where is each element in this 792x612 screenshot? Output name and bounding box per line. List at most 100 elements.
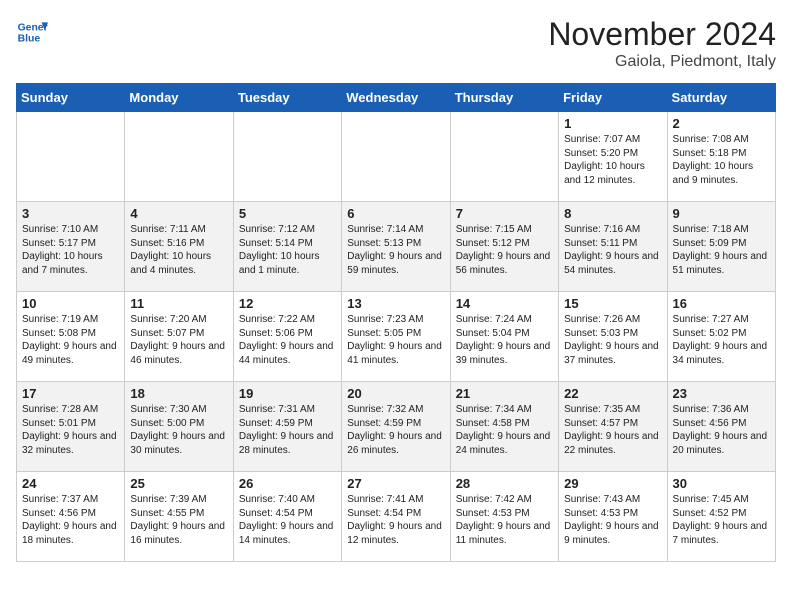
day-number: 8 bbox=[564, 206, 661, 221]
day-number: 24 bbox=[22, 476, 119, 491]
week-row-3: 10 Sunrise: 7:19 AM Sunset: 5:08 PM Dayli… bbox=[17, 292, 776, 382]
day-info: Sunrise: 7:22 AM Sunset: 5:06 PM Dayligh… bbox=[239, 313, 336, 367]
day-info: Sunrise: 7:43 AM Sunset: 4:53 PM Dayligh… bbox=[564, 493, 661, 547]
day-number: 29 bbox=[564, 476, 661, 491]
day-number: 21 bbox=[456, 386, 553, 401]
calendar-cell bbox=[450, 112, 558, 202]
weekday-header-saturday: Saturday bbox=[667, 84, 775, 112]
day-number: 6 bbox=[347, 206, 444, 221]
calendar-cell bbox=[17, 112, 125, 202]
day-info: Sunrise: 7:23 AM Sunset: 5:05 PM Dayligh… bbox=[347, 313, 444, 367]
day-number: 3 bbox=[22, 206, 119, 221]
calendar-cell: 30 Sunrise: 7:45 AM Sunset: 4:52 PM Dayli… bbox=[667, 472, 775, 562]
calendar-cell: 22 Sunrise: 7:35 AM Sunset: 4:57 PM Dayli… bbox=[559, 382, 667, 472]
day-number: 30 bbox=[673, 476, 770, 491]
month-title: November 2024 bbox=[548, 16, 776, 53]
day-number: 25 bbox=[130, 476, 227, 491]
weekday-header-monday: Monday bbox=[125, 84, 233, 112]
day-info: Sunrise: 7:15 AM Sunset: 5:12 PM Dayligh… bbox=[456, 223, 553, 277]
day-info: Sunrise: 7:16 AM Sunset: 5:11 PM Dayligh… bbox=[564, 223, 661, 277]
logo: General Blue bbox=[16, 16, 48, 48]
day-info: Sunrise: 7:35 AM Sunset: 4:57 PM Dayligh… bbox=[564, 403, 661, 457]
day-info: Sunrise: 7:45 AM Sunset: 4:52 PM Dayligh… bbox=[673, 493, 770, 547]
day-number: 15 bbox=[564, 296, 661, 311]
day-number: 23 bbox=[673, 386, 770, 401]
calendar-cell: 25 Sunrise: 7:39 AM Sunset: 4:55 PM Dayli… bbox=[125, 472, 233, 562]
calendar-cell: 17 Sunrise: 7:28 AM Sunset: 5:01 PM Dayli… bbox=[17, 382, 125, 472]
week-row-4: 17 Sunrise: 7:28 AM Sunset: 5:01 PM Dayli… bbox=[17, 382, 776, 472]
day-number: 26 bbox=[239, 476, 336, 491]
day-number: 22 bbox=[564, 386, 661, 401]
calendar-cell: 10 Sunrise: 7:19 AM Sunset: 5:08 PM Dayli… bbox=[17, 292, 125, 382]
day-number: 2 bbox=[673, 116, 770, 131]
weekday-header-wednesday: Wednesday bbox=[342, 84, 450, 112]
calendar-cell: 24Sunrise: 7:37 AM Sunset: 4:56 PM Dayli… bbox=[17, 472, 125, 562]
day-number: 13 bbox=[347, 296, 444, 311]
week-row-5: 24Sunrise: 7:37 AM Sunset: 4:56 PM Dayli… bbox=[17, 472, 776, 562]
day-number: 19 bbox=[239, 386, 336, 401]
calendar-cell bbox=[125, 112, 233, 202]
day-info: Sunrise: 7:19 AM Sunset: 5:08 PM Dayligh… bbox=[22, 313, 119, 367]
calendar-cell: 7 Sunrise: 7:15 AM Sunset: 5:12 PM Daylig… bbox=[450, 202, 558, 292]
day-number: 14 bbox=[456, 296, 553, 311]
weekday-header-sunday: Sunday bbox=[17, 84, 125, 112]
day-number: 18 bbox=[130, 386, 227, 401]
week-row-1: 1Sunrise: 7:07 AM Sunset: 5:20 PM Daylig… bbox=[17, 112, 776, 202]
day-info: Sunrise: 7:39 AM Sunset: 4:55 PM Dayligh… bbox=[130, 493, 227, 547]
calendar-cell: 12Sunrise: 7:22 AM Sunset: 5:06 PM Dayli… bbox=[233, 292, 341, 382]
day-info: Sunrise: 7:27 AM Sunset: 5:02 PM Dayligh… bbox=[673, 313, 770, 367]
day-info: Sunrise: 7:34 AM Sunset: 4:58 PM Dayligh… bbox=[456, 403, 553, 457]
calendar-cell: 19 Sunrise: 7:31 AM Sunset: 4:59 PM Dayli… bbox=[233, 382, 341, 472]
calendar-cell: 28Sunrise: 7:42 AM Sunset: 4:53 PM Dayli… bbox=[450, 472, 558, 562]
day-info: Sunrise: 7:08 AM Sunset: 5:18 PM Dayligh… bbox=[673, 133, 770, 187]
calendar-cell: 26 Sunrise: 7:40 AM Sunset: 4:54 PM Dayli… bbox=[233, 472, 341, 562]
day-info: Sunrise: 7:11 AM Sunset: 5:16 PM Dayligh… bbox=[130, 223, 227, 277]
day-number: 10 bbox=[22, 296, 119, 311]
day-info: Sunrise: 7:07 AM Sunset: 5:20 PM Dayligh… bbox=[564, 133, 661, 187]
calendar-cell: 5 Sunrise: 7:12 AM Sunset: 5:14 PM Daylig… bbox=[233, 202, 341, 292]
weekday-header-tuesday: Tuesday bbox=[233, 84, 341, 112]
calendar-cell: 29 Sunrise: 7:43 AM Sunset: 4:53 PM Dayli… bbox=[559, 472, 667, 562]
calendar-cell: 15 Sunrise: 7:26 AM Sunset: 5:03 PM Dayli… bbox=[559, 292, 667, 382]
day-info: Sunrise: 7:26 AM Sunset: 5:03 PM Dayligh… bbox=[564, 313, 661, 367]
day-number: 4 bbox=[130, 206, 227, 221]
day-info: Sunrise: 7:40 AM Sunset: 4:54 PM Dayligh… bbox=[239, 493, 336, 547]
day-info: Sunrise: 7:24 AM Sunset: 5:04 PM Dayligh… bbox=[456, 313, 553, 367]
day-info: Sunrise: 7:28 AM Sunset: 5:01 PM Dayligh… bbox=[22, 403, 119, 457]
calendar-cell: 11Sunrise: 7:20 AM Sunset: 5:07 PM Dayli… bbox=[125, 292, 233, 382]
day-info: Sunrise: 7:36 AM Sunset: 4:56 PM Dayligh… bbox=[673, 403, 770, 457]
day-number: 28 bbox=[456, 476, 553, 491]
calendar-cell: 27Sunrise: 7:41 AM Sunset: 4:54 PM Dayli… bbox=[342, 472, 450, 562]
calendar-table: SundayMondayTuesdayWednesdayThursdayFrid… bbox=[16, 83, 776, 562]
location: Gaiola, Piedmont, Italy bbox=[548, 53, 776, 71]
calendar-cell: 8 Sunrise: 7:16 AM Sunset: 5:11 PM Daylig… bbox=[559, 202, 667, 292]
calendar-cell: 23 Sunrise: 7:36 AM Sunset: 4:56 PM Dayli… bbox=[667, 382, 775, 472]
day-number: 17 bbox=[22, 386, 119, 401]
day-info: Sunrise: 7:12 AM Sunset: 5:14 PM Dayligh… bbox=[239, 223, 336, 277]
weekday-header-thursday: Thursday bbox=[450, 84, 558, 112]
day-info: Sunrise: 7:32 AM Sunset: 4:59 PM Dayligh… bbox=[347, 403, 444, 457]
calendar-cell: 9Sunrise: 7:18 AM Sunset: 5:09 PM Daylig… bbox=[667, 202, 775, 292]
calendar-cell: 6 Sunrise: 7:14 AM Sunset: 5:13 PM Daylig… bbox=[342, 202, 450, 292]
calendar-cell: 1Sunrise: 7:07 AM Sunset: 5:20 PM Daylig… bbox=[559, 112, 667, 202]
calendar-cell bbox=[233, 112, 341, 202]
day-info: Sunrise: 7:31 AM Sunset: 4:59 PM Dayligh… bbox=[239, 403, 336, 457]
week-row-2: 3Sunrise: 7:10 AM Sunset: 5:17 PM Daylig… bbox=[17, 202, 776, 292]
day-info: Sunrise: 7:30 AM Sunset: 5:00 PM Dayligh… bbox=[130, 403, 227, 457]
day-info: Sunrise: 7:14 AM Sunset: 5:13 PM Dayligh… bbox=[347, 223, 444, 277]
svg-text:Blue: Blue bbox=[18, 34, 41, 45]
calendar-cell: 4 Sunrise: 7:11 AM Sunset: 5:16 PM Daylig… bbox=[125, 202, 233, 292]
calendar-cell: 2 Sunrise: 7:08 AM Sunset: 5:18 PM Daylig… bbox=[667, 112, 775, 202]
day-number: 5 bbox=[239, 206, 336, 221]
weekday-header-friday: Friday bbox=[559, 84, 667, 112]
calendar-cell: 3Sunrise: 7:10 AM Sunset: 5:17 PM Daylig… bbox=[17, 202, 125, 292]
day-info: Sunrise: 7:18 AM Sunset: 5:09 PM Dayligh… bbox=[673, 223, 770, 277]
calendar-cell: 13 Sunrise: 7:23 AM Sunset: 5:05 PM Dayli… bbox=[342, 292, 450, 382]
calendar-cell: 14 Sunrise: 7:24 AM Sunset: 5:04 PM Dayli… bbox=[450, 292, 558, 382]
day-number: 16 bbox=[673, 296, 770, 311]
day-number: 11 bbox=[130, 296, 227, 311]
calendar-cell: 18 Sunrise: 7:30 AM Sunset: 5:00 PM Dayli… bbox=[125, 382, 233, 472]
day-number: 7 bbox=[456, 206, 553, 221]
calendar-cell: 16 Sunrise: 7:27 AM Sunset: 5:02 PM Dayli… bbox=[667, 292, 775, 382]
logo-icon: General Blue bbox=[16, 16, 48, 48]
